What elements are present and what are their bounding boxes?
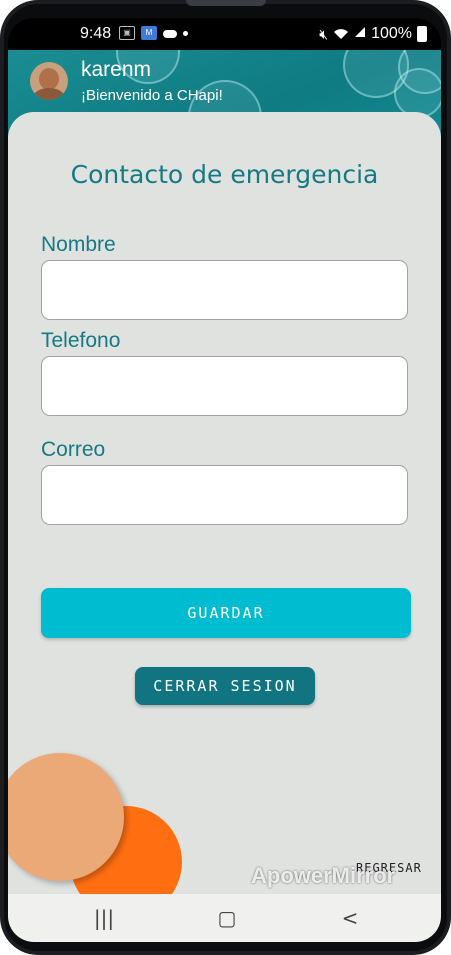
save-button[interactable]: GUARDAR: [41, 588, 411, 638]
mute-icon: 🔇︎: [319, 25, 329, 42]
cloud-icon: [163, 30, 177, 38]
status-bar: 9:48 ▣ M 🔇︎ 100%: [8, 18, 441, 50]
nav-back-icon[interactable]: <: [330, 904, 370, 932]
welcome-message: ¡Bienvenido a CHapi!: [81, 87, 223, 104]
battery-icon: [417, 26, 427, 42]
phone-frame: 9:48 ▣ M 🔇︎ 100% karenm ¡Bienvenido a CH…: [0, 0, 451, 955]
email-input[interactable]: [42, 466, 407, 524]
screen: 9:48 ▣ M 🔇︎ 100% karenm ¡Bienvenido a CH…: [8, 18, 441, 942]
content-card: Contacto de emergencia Nombre Telefono C…: [8, 112, 441, 894]
dot-icon: [183, 30, 188, 36]
logout-button[interactable]: CERRAR SESION: [135, 667, 315, 705]
phone-input[interactable]: [42, 357, 407, 415]
status-left-icons: ▣ M: [119, 26, 188, 40]
recents-icon[interactable]: |||: [84, 904, 124, 932]
watermark: ApowerMirror: [251, 863, 396, 888]
name-input[interactable]: [42, 261, 407, 319]
avatar[interactable]: [30, 62, 68, 100]
navigation-bar: ||| ▢ <: [8, 894, 441, 942]
phone-field[interactable]: [41, 356, 408, 416]
speaker: [186, 0, 266, 6]
status-time: 9:48: [80, 25, 112, 42]
email-label: Correo: [41, 438, 106, 461]
email-field[interactable]: [41, 465, 408, 525]
home-icon[interactable]: ▢: [207, 904, 247, 932]
battery-percent: 100%: [371, 25, 412, 42]
name-label: Nombre: [41, 233, 116, 256]
phone-label: Telefono: [41, 329, 121, 352]
wifi-icon: [333, 28, 349, 40]
name-field[interactable]: [41, 260, 408, 320]
app-icon: M: [141, 26, 157, 40]
page-title: Contacto de emergencia: [70, 160, 379, 189]
decorative-bubble: [394, 68, 441, 118]
signal-icon: [354, 25, 366, 43]
notification-icon: ▣: [119, 26, 135, 40]
username: karenm: [81, 58, 152, 81]
status-right-icons: 🔇︎ 100%: [319, 25, 427, 43]
